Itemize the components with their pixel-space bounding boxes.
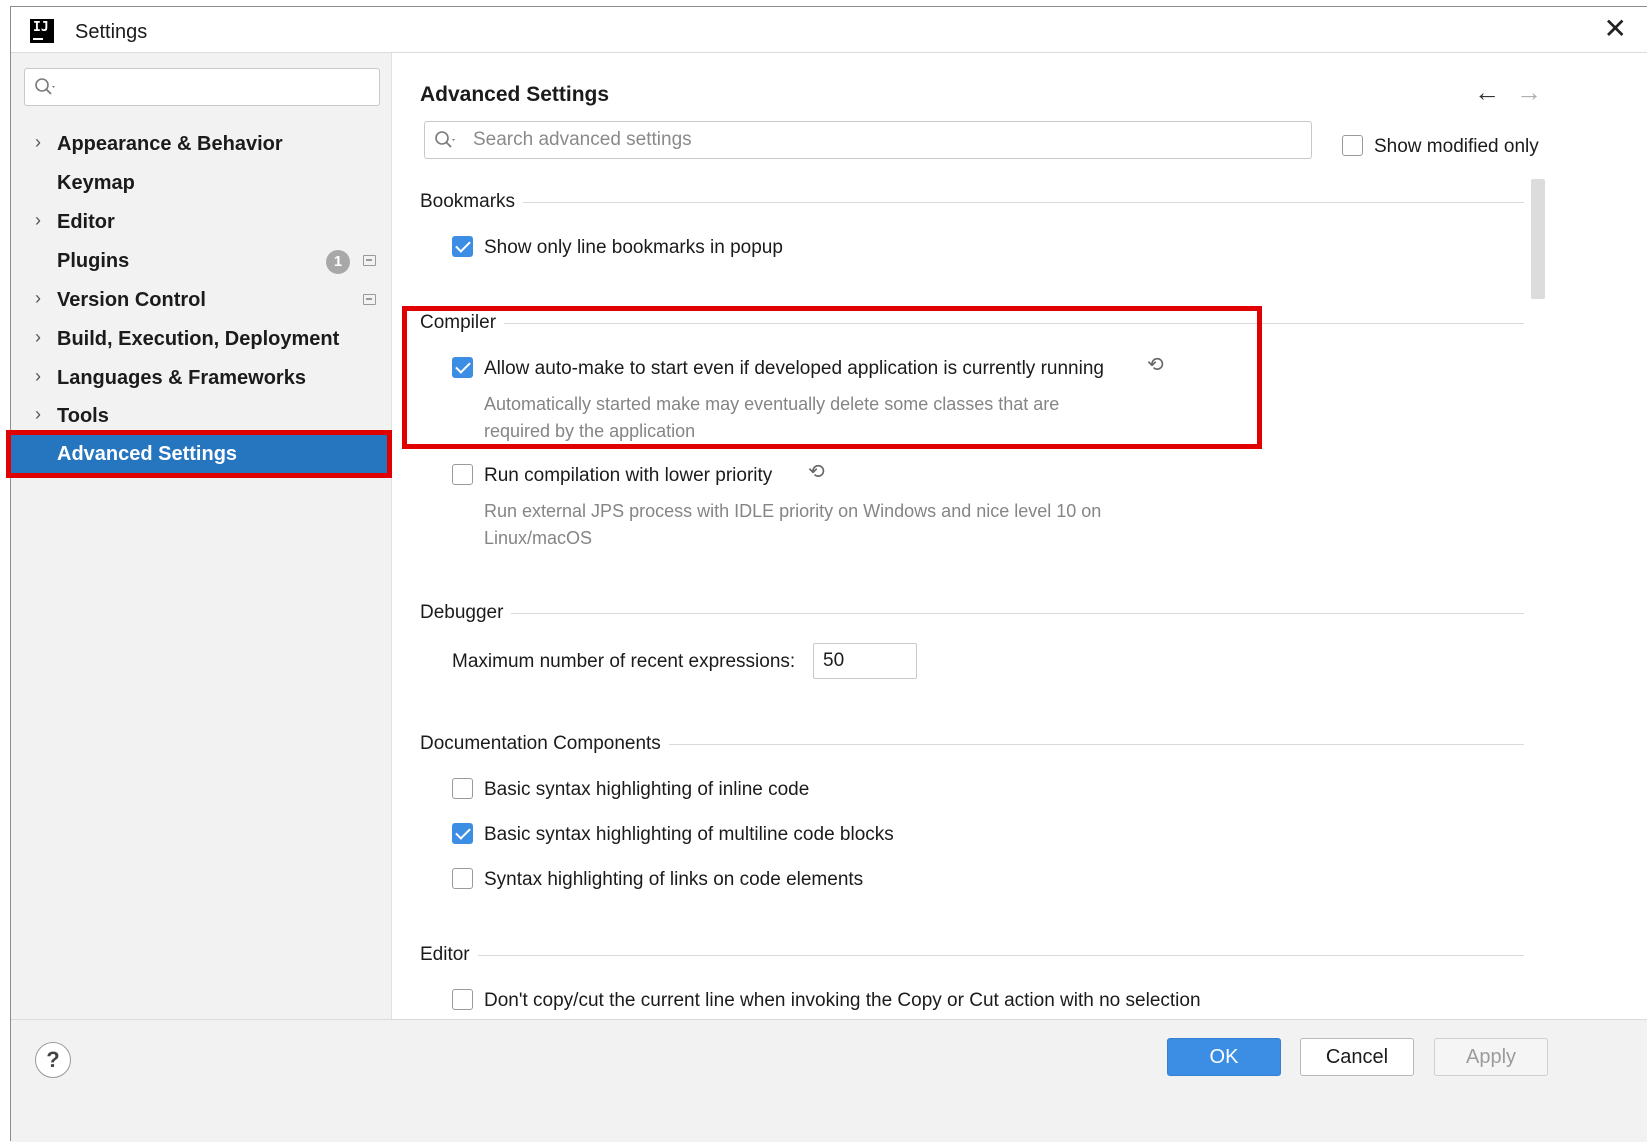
window-title: Settings xyxy=(75,21,148,43)
bookmarks-line-only-checkbox[interactable] xyxy=(452,236,473,257)
inline-code-highlight-checkbox[interactable] xyxy=(452,778,473,799)
sidebar-item-build-execution-deployment[interactable]: › Build, Execution, Deployment xyxy=(11,320,392,358)
copy-cut-line-checkbox[interactable] xyxy=(452,989,473,1010)
lower-priority-label: Run compilation with lower priority xyxy=(484,465,773,486)
links-highlight-checkbox[interactable] xyxy=(452,868,473,889)
section-divider xyxy=(420,202,1524,203)
reset-icon[interactable]: ⟲ xyxy=(808,459,825,484)
automake-checkbox[interactable] xyxy=(452,357,473,378)
links-highlight-label: Syntax highlighting of links on code ele… xyxy=(484,869,864,890)
settings-dialog: IJ Settings ✕ › Appearance & Behavior Ke… xyxy=(6,6,1647,1142)
sidebar-item-label: Version Control xyxy=(57,289,206,311)
chevron-right-icon: › xyxy=(35,288,41,308)
show-modified-only-label: Show modified only xyxy=(1374,136,1539,157)
automake-label: Allow auto-make to start even if develop… xyxy=(484,358,1104,379)
dialog-footer: ? OK Cancel Apply xyxy=(11,1019,1647,1142)
multiline-code-highlight-label: Basic syntax highlighting of multiline c… xyxy=(484,824,894,845)
scrollbar-thumb[interactable] xyxy=(1531,179,1545,299)
chevron-right-icon: › xyxy=(35,404,41,424)
project-level-icon xyxy=(363,255,376,266)
sidebar-item-editor[interactable]: › Editor xyxy=(11,203,392,241)
intellij-logo-icon: IJ xyxy=(30,19,54,43)
page-title: Advanced Settings xyxy=(420,83,610,106)
lower-priority-checkbox[interactable] xyxy=(452,464,473,485)
sidebar-item-plugins[interactable]: Plugins 1 xyxy=(11,242,392,280)
close-icon[interactable]: ✕ xyxy=(1604,15,1627,43)
chevron-right-icon: › xyxy=(35,327,41,347)
lower-priority-description: Run external JPS process with IDLE prior… xyxy=(484,501,1102,548)
sidebar-item-label: Build, Execution, Deployment xyxy=(57,328,340,350)
max-expressions-label: Maximum number of recent expressions: xyxy=(452,651,796,672)
ok-button[interactable]: OK xyxy=(1167,1038,1281,1076)
search-icon xyxy=(435,131,455,148)
chevron-right-icon: › xyxy=(35,210,41,230)
section-title-documentation: Documentation Components xyxy=(420,733,669,755)
update-count-badge: 1 xyxy=(326,250,350,274)
bookmarks-line-only-label: Show only line bookmarks in popup xyxy=(484,237,783,258)
help-button[interactable]: ? xyxy=(35,1042,71,1078)
search-input[interactable] xyxy=(473,126,1293,154)
chevron-right-icon: › xyxy=(35,366,41,386)
arrow-right-icon[interactable]: → xyxy=(1516,77,1542,108)
apply-button[interactable]: Apply xyxy=(1434,1038,1548,1076)
sidebar-item-appearance-behavior[interactable]: › Appearance & Behavior xyxy=(11,125,392,163)
sidebar-item-label: Editor xyxy=(57,211,115,233)
sidebar-item-label: Tools xyxy=(57,405,109,427)
inline-code-highlight-label: Basic syntax highlighting of inline code xyxy=(484,779,810,800)
arrow-left-icon[interactable]: ← xyxy=(1474,77,1500,108)
sidebar-item-label: Appearance & Behavior xyxy=(57,133,283,155)
sidebar-search-input[interactable] xyxy=(24,68,380,106)
search-icon xyxy=(35,78,55,95)
section-title-bookmarks: Bookmarks xyxy=(420,191,524,213)
automake-description: Automatically started make may eventuall… xyxy=(484,394,1060,441)
sidebar-item-keymap[interactable]: Keymap xyxy=(11,164,392,202)
copy-cut-line-label: Don't copy/cut the current line when inv… xyxy=(484,990,1201,1011)
sidebar-item-label: Languages & Frameworks xyxy=(57,367,306,389)
section-title-editor: Editor xyxy=(420,944,478,966)
sidebar-item-version-control[interactable]: › Version Control xyxy=(11,281,392,319)
cancel-button[interactable]: Cancel xyxy=(1300,1038,1414,1076)
project-level-icon xyxy=(363,294,376,305)
section-title-compiler: Compiler xyxy=(420,312,505,334)
sidebar-item-languages-frameworks[interactable]: › Languages & Frameworks xyxy=(11,359,392,397)
section-title-debugger: Debugger xyxy=(420,602,512,624)
section-divider xyxy=(420,323,1524,324)
reset-icon[interactable]: ⟲ xyxy=(1147,352,1164,377)
section-divider xyxy=(420,955,1524,956)
sidebar-item-label: Advanced Settings xyxy=(57,443,238,465)
chevron-right-icon: › xyxy=(35,132,41,152)
multiline-code-highlight-checkbox[interactable] xyxy=(452,823,473,844)
max-expressions-input[interactable]: 50 xyxy=(813,643,917,679)
show-modified-only-checkbox[interactable] xyxy=(1342,135,1363,156)
section-divider xyxy=(420,613,1524,614)
title-bar: IJ Settings ✕ xyxy=(11,7,1647,53)
sidebar-item-tools[interactable]: › Tools xyxy=(11,397,392,435)
sidebar-item-label: Plugins xyxy=(57,250,130,272)
sidebar-item-label: Keymap xyxy=(57,172,135,194)
settings-sidebar: › Appearance & Behavior Keymap › Editor … xyxy=(6,53,392,1019)
advanced-settings-search[interactable] xyxy=(424,121,1312,159)
settings-content-panel: Advanced Settings ← → Show modified only… xyxy=(392,53,1647,1019)
sidebar-item-advanced-settings[interactable]: Advanced Settings xyxy=(6,430,392,478)
